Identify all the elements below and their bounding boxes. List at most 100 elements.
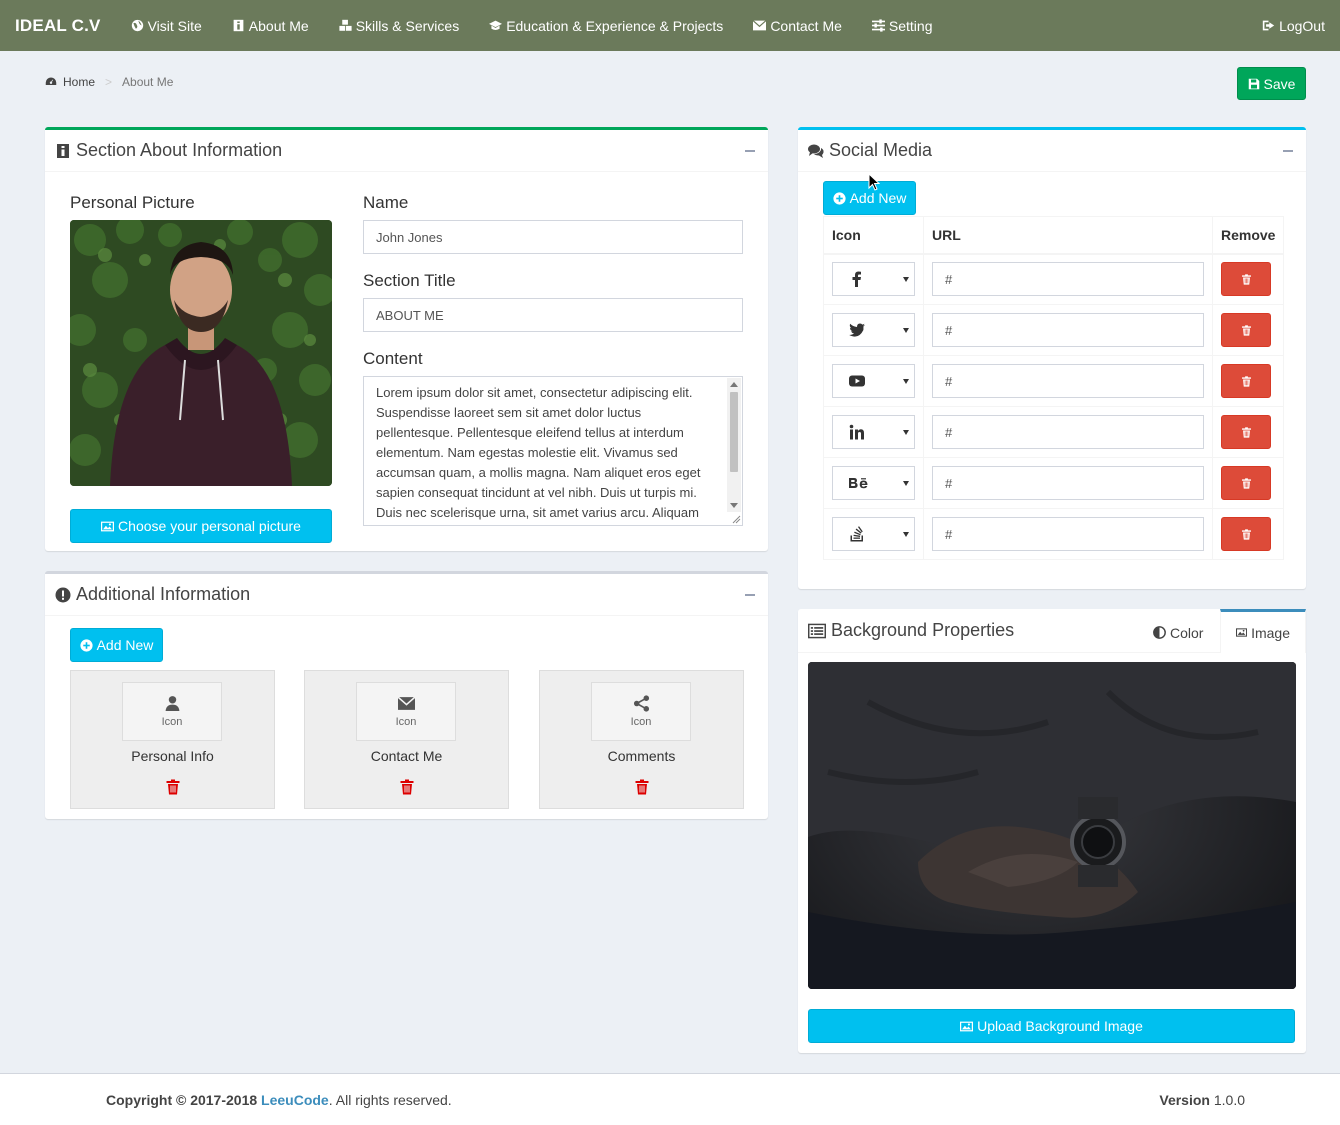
tab-image[interactable]: Image bbox=[1220, 609, 1306, 653]
url-input[interactable]: # bbox=[932, 262, 1204, 297]
column-header-icon: Icon bbox=[823, 216, 924, 255]
company-link[interactable]: LeeuCode bbox=[261, 1092, 329, 1108]
icon-select[interactable] bbox=[832, 517, 915, 551]
envelope-icon bbox=[753, 20, 767, 31]
trash-icon bbox=[1241, 375, 1251, 387]
nav-visit-site[interactable]: Visit Site bbox=[116, 0, 217, 51]
upload-background-button[interactable]: Upload Background Image bbox=[808, 1009, 1295, 1043]
icon-select[interactable] bbox=[832, 364, 915, 398]
behance-icon bbox=[849, 478, 868, 489]
logout-link[interactable]: LogOut bbox=[1247, 0, 1340, 51]
nav-contact-me-label: Contact Me bbox=[770, 17, 842, 34]
url-input[interactable]: # bbox=[932, 313, 1204, 347]
name-input[interactable] bbox=[363, 220, 743, 254]
youtube-icon bbox=[849, 375, 865, 387]
section-title-label: Section Title bbox=[363, 271, 456, 290]
url-input[interactable]: # bbox=[932, 517, 1204, 551]
nav-education-experience-projects[interactable]: Education & Experience & Projects bbox=[474, 0, 738, 51]
column-header-url: URL bbox=[923, 216, 1213, 255]
nav-skills-services[interactable]: Skills & Services bbox=[324, 0, 474, 51]
remove-row-button[interactable] bbox=[1221, 466, 1271, 500]
graduation-cap-icon bbox=[489, 20, 503, 30]
scroll-down-arrow[interactable] bbox=[730, 503, 738, 508]
top-navbar: IDEAL C.V Visit Site About Me Skills & S… bbox=[0, 0, 1340, 51]
url-input[interactable]: # bbox=[932, 415, 1204, 449]
name-label: Name bbox=[363, 193, 409, 212]
icon-picker-button[interactable]: Icon bbox=[122, 682, 222, 741]
save-button[interactable]: Save bbox=[1237, 67, 1306, 100]
version-info: Version 1.0.0 bbox=[1159, 1092, 1245, 1108]
remove-row-button[interactable] bbox=[1221, 262, 1271, 297]
table-row: # bbox=[823, 253, 1284, 305]
content-textarea[interactable]: Lorem ipsum dolor sit amet, consectetur … bbox=[363, 376, 743, 526]
additional-info-box: Additional Information Add New Icon Pers… bbox=[45, 571, 768, 819]
content-text: Lorem ipsum dolor sit amet, consectetur … bbox=[376, 385, 701, 520]
icon-picker-button[interactable]: Icon bbox=[356, 682, 456, 741]
remove-row-button[interactable] bbox=[1221, 313, 1271, 347]
info-card: Icon Comments bbox=[539, 670, 744, 809]
nav-contact-me[interactable]: Contact Me bbox=[738, 0, 857, 51]
nav-visit-site-label: Visit Site bbox=[147, 17, 202, 34]
plus-circle-icon bbox=[833, 191, 846, 205]
social-media-title-text: Social Media bbox=[829, 140, 933, 160]
remove-row-button[interactable] bbox=[1221, 415, 1271, 449]
delete-card-button[interactable] bbox=[399, 779, 415, 795]
caret-down-icon bbox=[903, 532, 909, 537]
section-about-box: Section About Information Personal Pictu… bbox=[45, 127, 768, 551]
add-info-button[interactable]: Add New bbox=[70, 628, 163, 662]
collapse-button[interactable] bbox=[742, 143, 758, 159]
background-properties-title: Background Properties bbox=[808, 620, 1014, 641]
nav-setting[interactable]: Setting bbox=[857, 0, 948, 51]
nav-about-me[interactable]: About Me bbox=[217, 0, 324, 51]
info-card-title: Contact Me bbox=[370, 748, 443, 764]
linkedin-icon bbox=[849, 424, 864, 440]
trash-icon bbox=[1241, 477, 1251, 489]
icon-picker-button[interactable]: Icon bbox=[591, 682, 691, 741]
table-row: # bbox=[823, 304, 1284, 356]
trash-icon bbox=[1241, 274, 1251, 285]
collapse-button[interactable] bbox=[742, 587, 758, 603]
icon-picker-label: Icon bbox=[395, 716, 417, 728]
caret-down-icon bbox=[903, 277, 909, 283]
plus-circle-icon bbox=[80, 638, 93, 652]
table-row: # bbox=[823, 457, 1284, 509]
remove-row-button[interactable] bbox=[1221, 364, 1271, 398]
nav-setting-label: Setting bbox=[888, 17, 933, 34]
delete-card-button[interactable] bbox=[634, 779, 650, 795]
trash-icon bbox=[635, 779, 649, 795]
logout-label: LogOut bbox=[1279, 17, 1325, 34]
twitter-icon bbox=[849, 323, 865, 337]
delete-card-button[interactable] bbox=[165, 779, 181, 795]
background-image-preview bbox=[808, 662, 1296, 989]
tab-image-label: Image bbox=[1251, 624, 1290, 641]
url-input[interactable]: # bbox=[932, 466, 1204, 500]
trash-icon bbox=[1241, 426, 1251, 438]
icon-picker-label: Icon bbox=[161, 716, 183, 728]
copyright-prefix: Copyright © 2017-2018 bbox=[106, 1092, 258, 1108]
collapse-button[interactable] bbox=[1280, 143, 1296, 159]
brand-logo[interactable]: IDEAL C.V bbox=[0, 16, 116, 36]
trash-icon bbox=[1241, 528, 1251, 540]
icon-select[interactable] bbox=[832, 313, 915, 347]
scroll-up-arrow[interactable] bbox=[730, 382, 738, 387]
resize-grip-icon[interactable] bbox=[731, 514, 741, 524]
breadcrumb-home[interactable]: Home bbox=[63, 75, 95, 89]
url-input[interactable]: # bbox=[932, 364, 1204, 398]
section-about-header: Section About Information bbox=[45, 130, 768, 172]
icon-select[interactable] bbox=[832, 415, 915, 449]
remove-row-button[interactable] bbox=[1221, 517, 1271, 551]
scroll-thumb[interactable] bbox=[730, 392, 738, 472]
icon-select[interactable] bbox=[832, 466, 915, 500]
section-title-input[interactable] bbox=[363, 298, 743, 332]
choose-picture-button[interactable]: Choose your personal picture bbox=[70, 509, 332, 543]
minus-icon bbox=[745, 593, 755, 596]
copyright: Copyright © 2017-2018 LeeuCode. All righ… bbox=[106, 1092, 452, 1108]
social-media-table: Icon URL Remove # # # # # # bbox=[823, 216, 1285, 560]
icon-select[interactable] bbox=[832, 262, 915, 297]
tab-color[interactable]: Color bbox=[1138, 612, 1218, 653]
additional-info-header: Additional Information bbox=[45, 574, 768, 616]
sliders-icon bbox=[871, 19, 885, 32]
section-about-title: Section About Information bbox=[55, 140, 282, 161]
trash-icon bbox=[400, 779, 414, 795]
content-scrollbar[interactable] bbox=[727, 378, 741, 512]
